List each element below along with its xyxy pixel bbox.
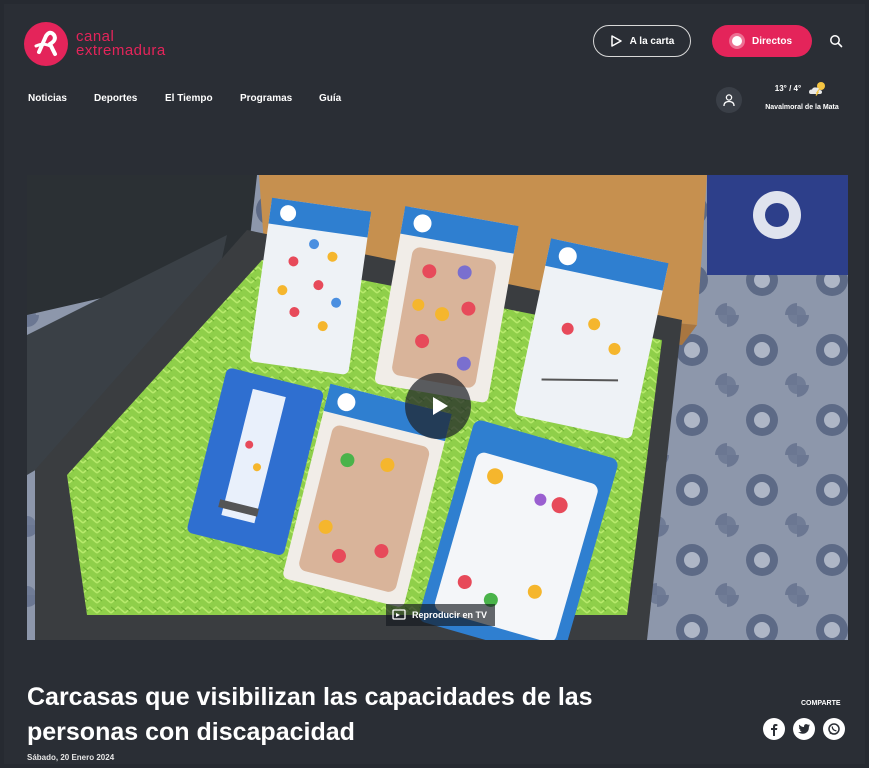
logo-mark-icon — [24, 22, 68, 66]
whatsapp-icon — [828, 723, 840, 735]
article-title: Carcasas que visibilizan las capacidades… — [27, 683, 593, 746]
facebook-icon — [771, 724, 778, 736]
a-la-carta-button[interactable]: A la carta — [593, 25, 691, 57]
nav-item-noticias[interactable]: Noticias — [28, 93, 94, 104]
whatsapp-share-button[interactable] — [823, 718, 845, 740]
share-label: COMPARTE — [801, 700, 841, 707]
live-dot-icon — [731, 36, 742, 46]
twitter-share-button[interactable] — [793, 718, 815, 740]
play-icon — [433, 397, 448, 415]
play-on-tv-label: Reproducir en TV — [412, 610, 488, 620]
logo-text-extremadura: extremadura — [76, 42, 166, 59]
a-la-carta-label: A la carta — [629, 35, 675, 47]
nav-item-programas[interactable]: Programas — [240, 93, 319, 104]
weather-widget[interactable]: 13° / 4° Navalmoral de la Mata — [752, 80, 852, 111]
weather-location: Navalmoral de la Mata — [765, 104, 839, 111]
search-button[interactable] — [829, 34, 843, 53]
nav-item-el-tiempo[interactable]: El Tiempo — [165, 93, 240, 104]
directos-button[interactable]: Directos — [712, 25, 812, 57]
tv-icon — [392, 609, 406, 620]
directos-label: Directos — [751, 35, 792, 47]
site-logo[interactable]: canal extremadura — [24, 22, 166, 66]
main-nav: Noticias Deportes El Tiempo Programas Gu… — [28, 93, 341, 104]
user-icon — [723, 94, 735, 107]
weather-icon — [809, 82, 826, 96]
nav-item-deportes[interactable]: Deportes — [94, 93, 165, 104]
share-buttons — [763, 718, 845, 740]
play-button[interactable] — [405, 373, 471, 439]
article-date: Sábado, 20 Enero 2024 — [27, 753, 115, 762]
user-account-button[interactable] — [716, 87, 742, 113]
facebook-share-button[interactable] — [763, 718, 785, 740]
nav-item-guia[interactable]: Guía — [319, 93, 341, 104]
search-icon — [830, 35, 843, 48]
twitter-icon — [798, 724, 810, 734]
play-on-tv-button[interactable]: Reproducir en TV — [386, 604, 496, 626]
weather-temps: 13° / 4° — [774, 83, 802, 93]
play-outline-icon — [610, 35, 622, 47]
